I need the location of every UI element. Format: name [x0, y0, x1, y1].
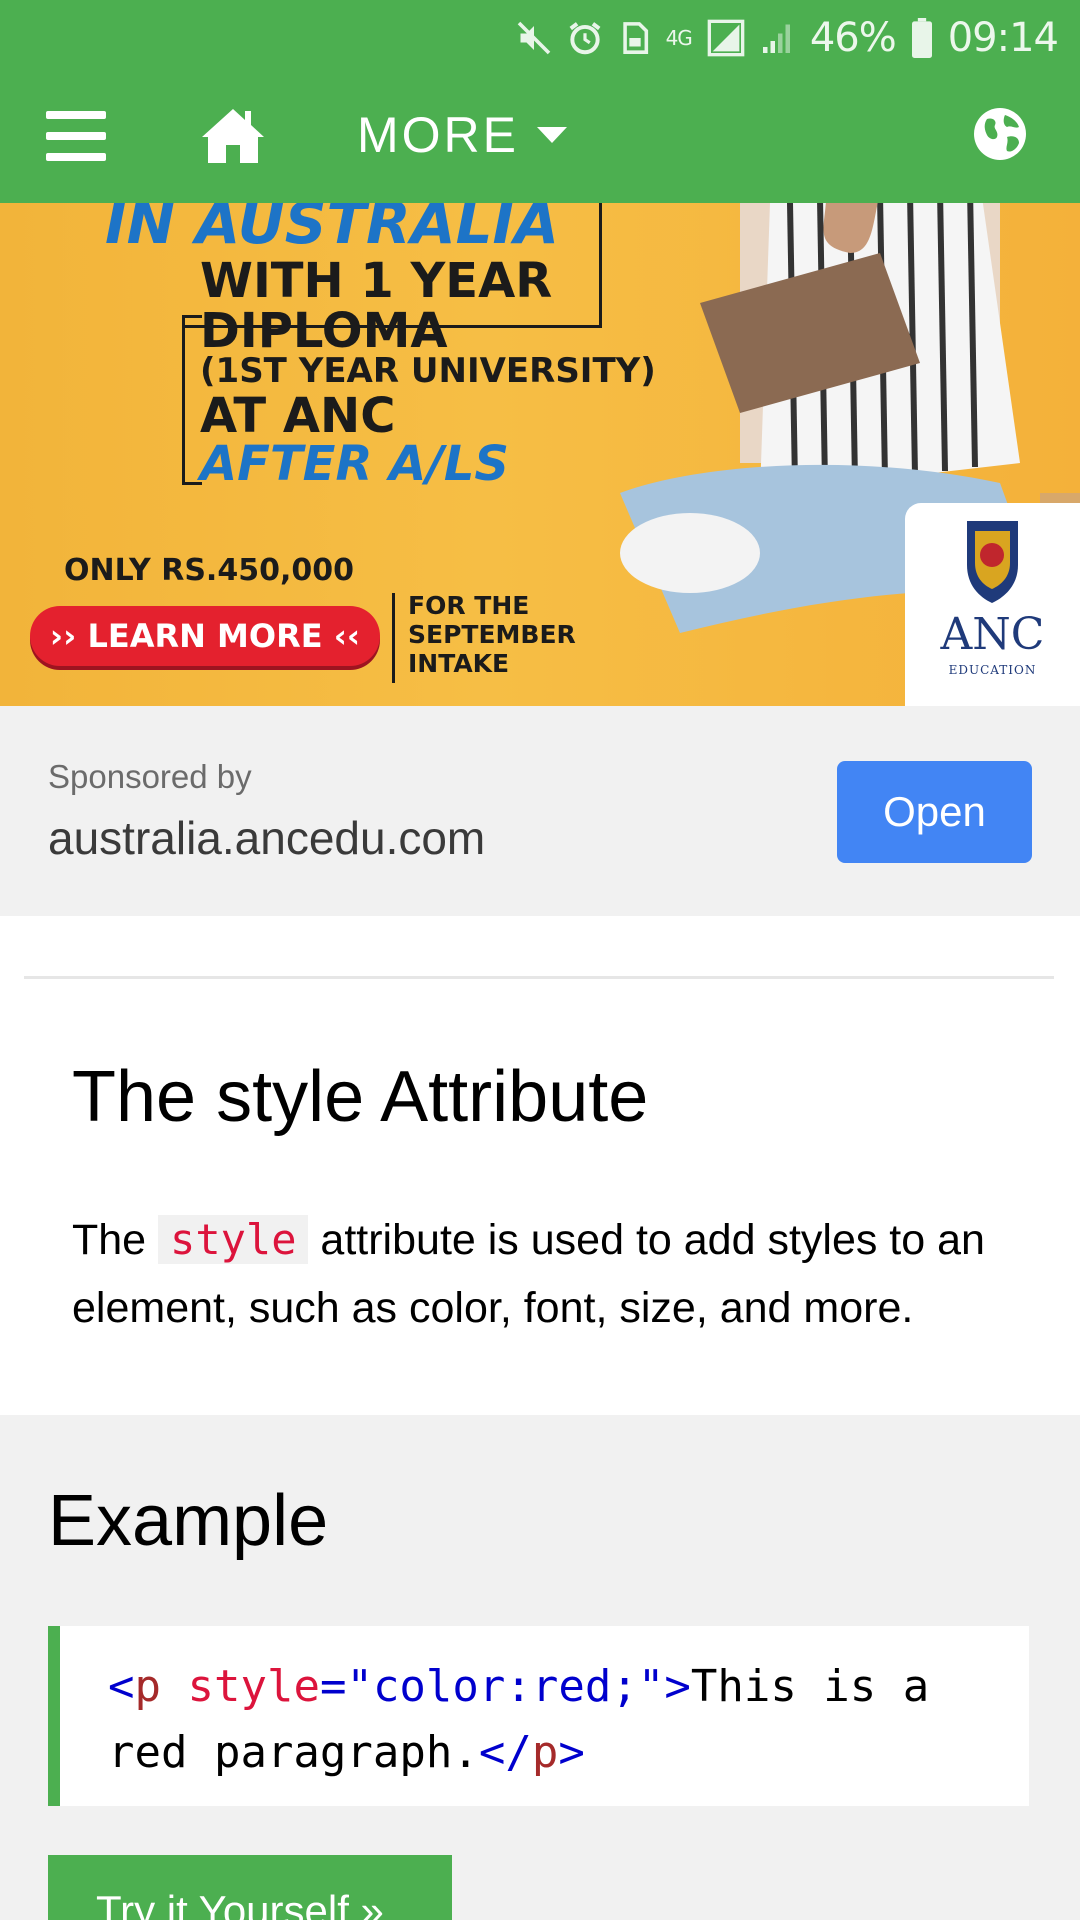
mute-icon: [517, 21, 550, 55]
anc-logo-subtext: EDUCATION: [948, 663, 1037, 677]
code-token: >: [558, 1727, 585, 1778]
code-token: p: [134, 1661, 162, 1712]
ad-bracket: [182, 315, 202, 485]
hamburger-menu-icon[interactable]: [46, 111, 106, 161]
alarm-icon: [569, 22, 601, 55]
sponsor-domain[interactable]: australia.ancedu.com: [48, 811, 485, 865]
para-text: The: [72, 1216, 159, 1264]
status-icons: 4G 46% 09:14: [516, 10, 1059, 66]
more-menu-button[interactable]: MORE: [357, 105, 567, 165]
code-token: p: [531, 1727, 559, 1778]
top-bar: 4G 46% 09:14 MORE: [0, 0, 1080, 203]
caret-down-icon: [537, 127, 567, 143]
ad-price: ONLY RS.450,000: [64, 553, 354, 588]
home-icon[interactable]: [200, 105, 266, 165]
anc-logo-text: ANC: [940, 609, 1045, 660]
code-token: <: [108, 1661, 135, 1712]
sim-card-icon: [622, 22, 648, 54]
globe-icon[interactable]: [973, 107, 1027, 161]
code-token: style: [161, 1661, 320, 1712]
code-token: "color:red;": [346, 1661, 665, 1712]
ad-headline: IN AUSTRALIA: [105, 203, 560, 257]
code-token: >: [664, 1661, 691, 1712]
divider: [24, 976, 1054, 979]
sponsored-strip: Sponsored by australia.ancedu.com Open: [0, 706, 1080, 916]
battery-icon: [911, 18, 932, 58]
try-it-yourself-button[interactable]: Try it Yourself »: [48, 1855, 452, 1920]
code-token: </: [478, 1727, 532, 1778]
intro-paragraph: The style attribute is used to add style…: [72, 1206, 1032, 1342]
example-title: Example: [48, 1481, 329, 1561]
article-section: The style Attribute The style attribute …: [0, 916, 1080, 1415]
network-4g-icon: 4G: [665, 26, 693, 50]
anc-logo: ANC EDUCATION: [905, 503, 1080, 706]
ad-intake-line: INTAKE: [408, 649, 510, 678]
battery-percent: 46%: [809, 15, 897, 61]
ad-text: WITH 1 YEAR: [200, 253, 553, 309]
ad-text: AFTER A/LS: [200, 436, 509, 492]
inline-code: style: [158, 1215, 309, 1264]
ad-learn-more-button[interactable]: ›› LEARN MORE ‹‹: [30, 606, 380, 666]
ad-divider: [392, 593, 395, 683]
ad-intake-line: FOR THE: [408, 591, 530, 620]
page-title: The style Attribute: [72, 1057, 649, 1137]
ad-text: (1ST YEAR UNIVERSITY): [200, 351, 656, 391]
signal-icon: [707, 19, 745, 57]
nav-bar: MORE: [0, 75, 1080, 203]
more-label: MORE: [357, 107, 519, 163]
ad-intake: FOR THE SEPTEMBER INTAKE: [408, 591, 576, 678]
ad-intake-line: SEPTEMBER: [408, 620, 576, 649]
crest-icon: [967, 521, 1018, 603]
sponsored-label: Sponsored by: [48, 758, 252, 795]
status-bar: 4G 46% 09:14: [0, 0, 1080, 75]
code-example: <p style="color:red;">This is a red para…: [48, 1626, 1029, 1806]
signal-bars-icon: [762, 24, 790, 53]
clock: 09:14: [947, 15, 1059, 61]
code-token: =: [319, 1661, 347, 1712]
open-button[interactable]: Open: [837, 761, 1032, 863]
code-text: <p style="color:red;">This is a red para…: [108, 1654, 1008, 1786]
ad-banner[interactable]: IN AUSTRALIA WITH 1 YEAR DIPLOMA (1ST YE…: [0, 203, 1080, 706]
